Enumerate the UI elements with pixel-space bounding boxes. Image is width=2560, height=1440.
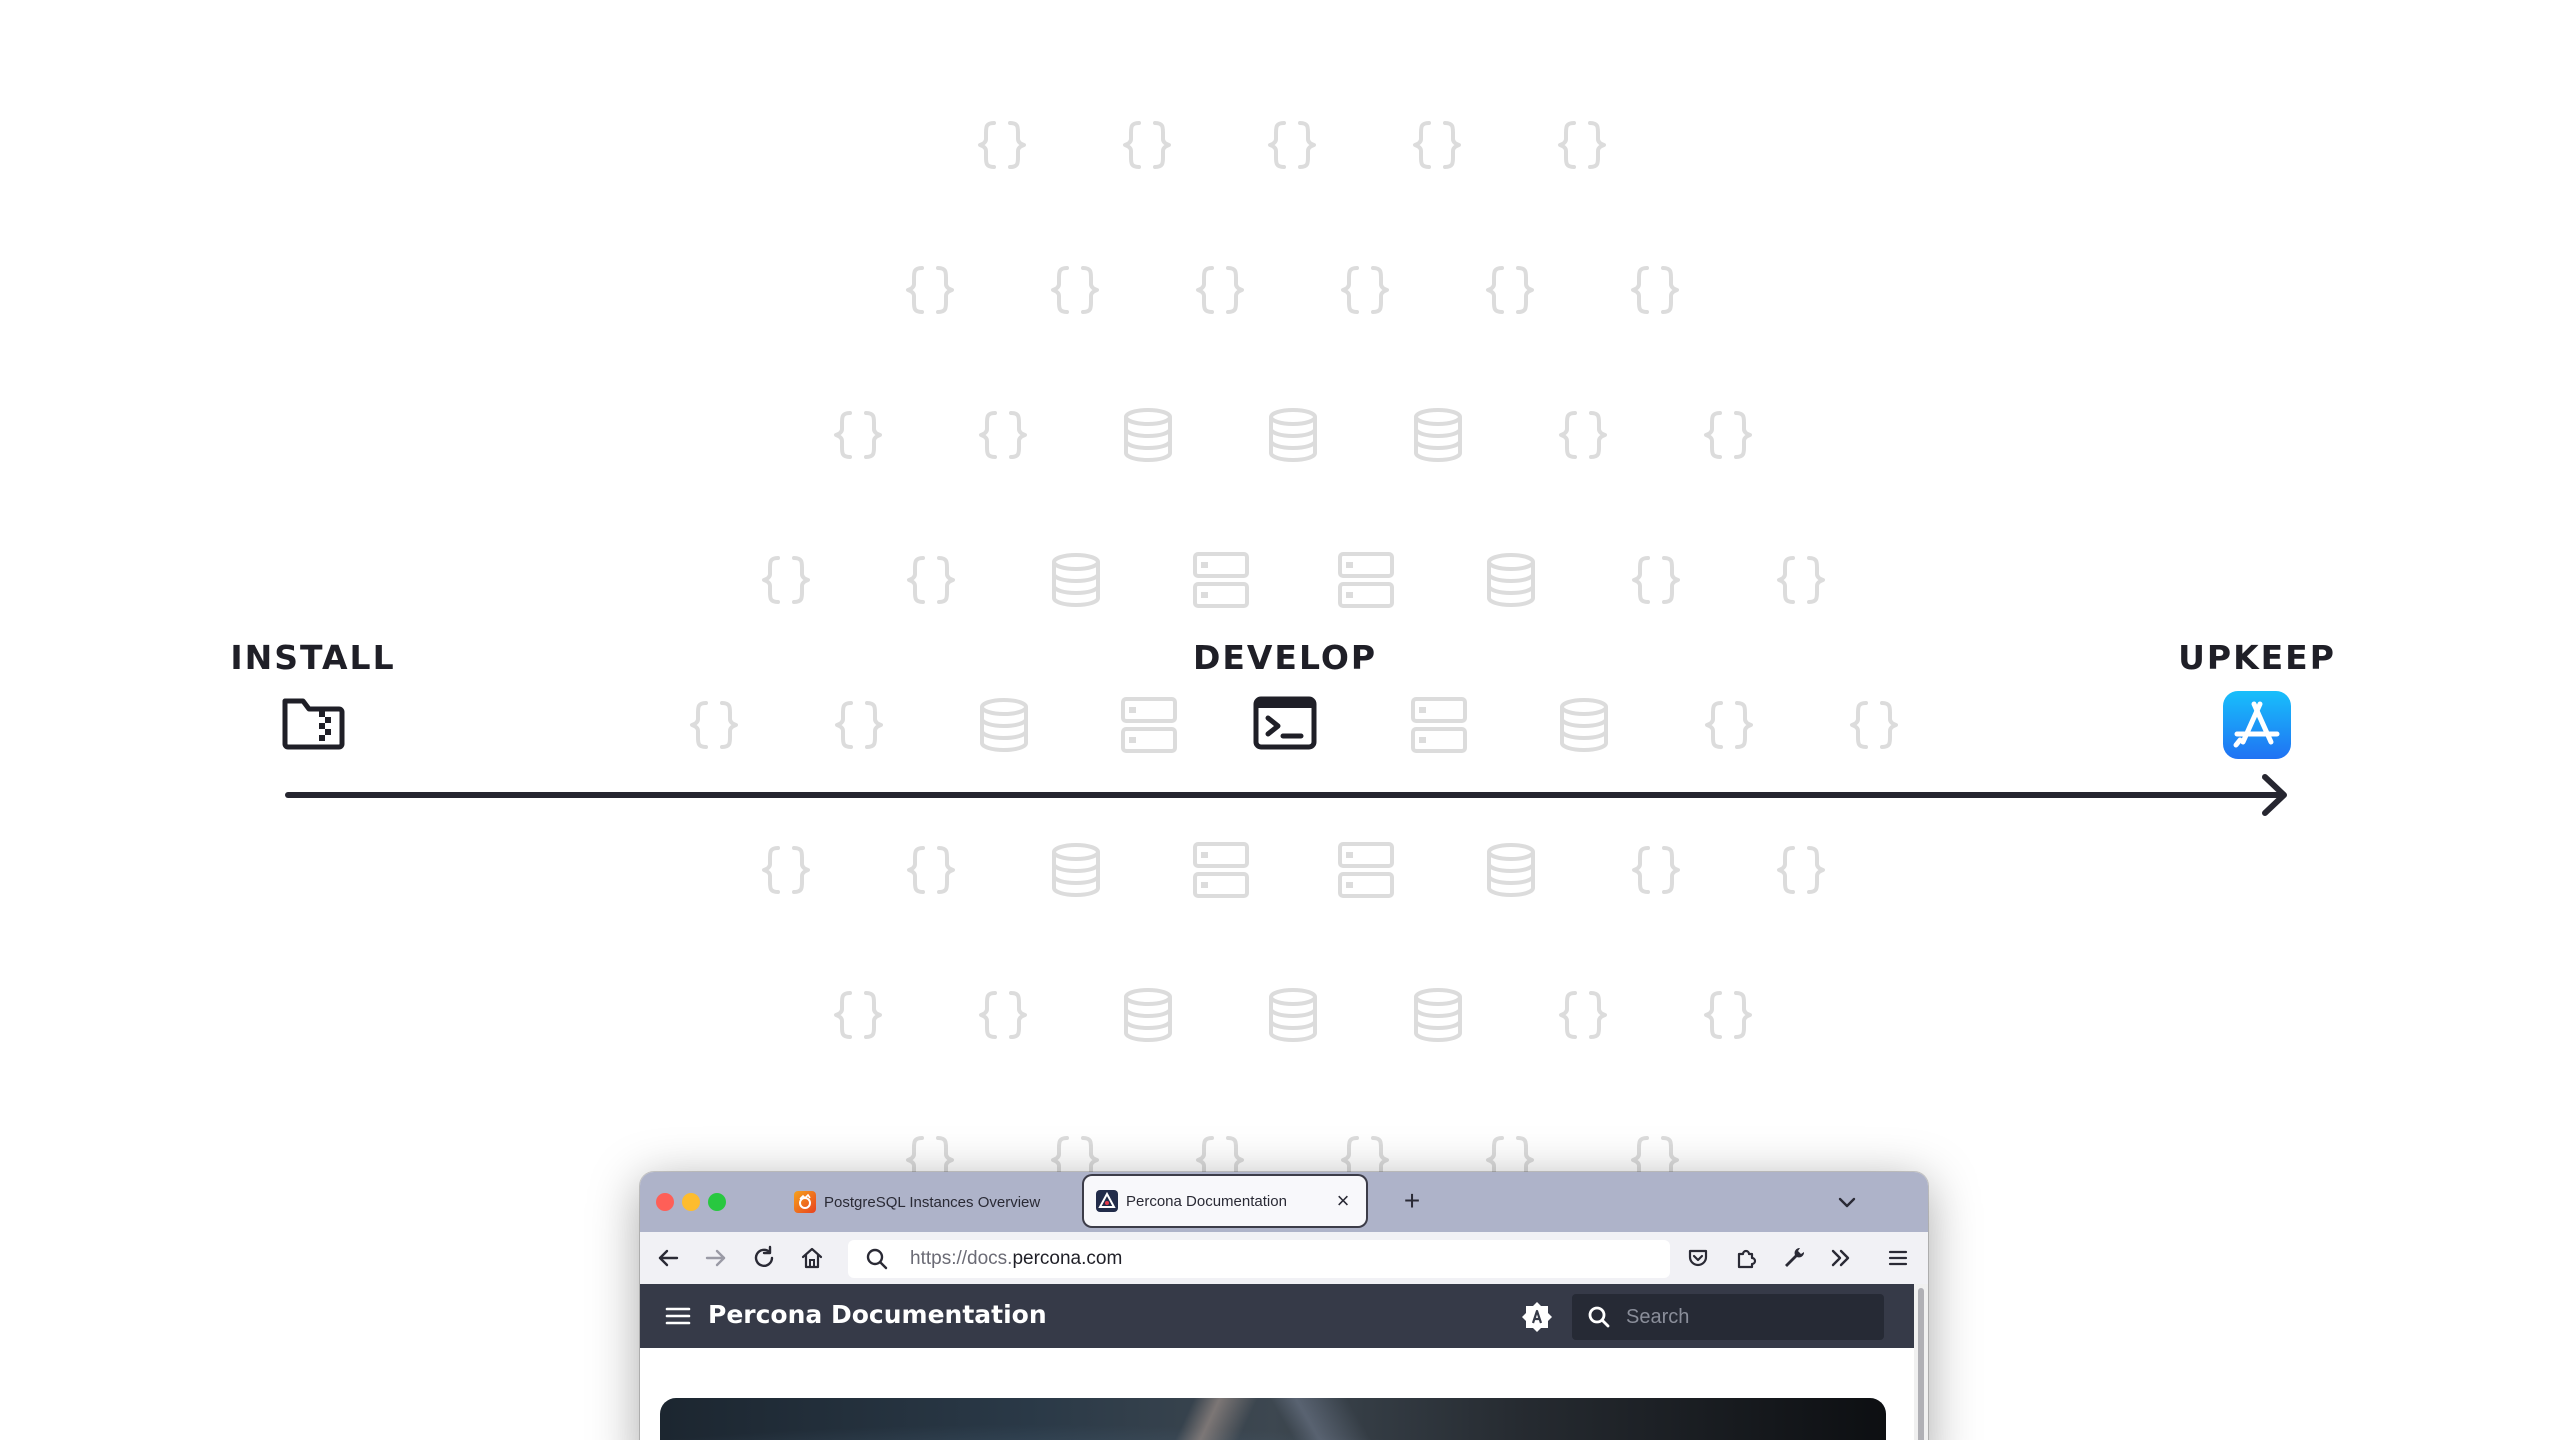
menu-icon[interactable]: [664, 1302, 692, 1330]
navigation-toolbar: https://docs.percona.com: [640, 1232, 1928, 1284]
hero-image: [660, 1398, 1886, 1440]
wrench-icon: [1785, 1247, 1805, 1267]
upkeep-label: UPKEEP: [2178, 638, 2336, 677]
site-header: Percona Documentation: [640, 1284, 1914, 1348]
home-icon: [801, 1247, 823, 1269]
app-store-icon: [2222, 690, 2292, 760]
hamburger-menu-icon: [1888, 1250, 1908, 1266]
reload-icon: [754, 1245, 774, 1267]
home-button[interactable]: [798, 1244, 826, 1272]
reload-button[interactable]: [750, 1244, 778, 1272]
slide: INSTALL DEVELOP UPKEEP PostgreSQL Instan…: [0, 0, 2560, 1440]
app-menu-button[interactable]: [1884, 1244, 1912, 1272]
close-window-button[interactable]: [656, 1193, 674, 1211]
tab-percona-documentation[interactable]: Percona Documentation ×: [1084, 1176, 1366, 1226]
terminal-icon: [1253, 696, 1317, 750]
pocket-button[interactable]: [1684, 1244, 1712, 1272]
grafana-icon: [794, 1191, 816, 1213]
pocket-icon: [1688, 1249, 1708, 1267]
new-tab-button[interactable]: +: [1396, 1186, 1428, 1216]
close-tab-icon[interactable]: ×: [1332, 1188, 1354, 1214]
address-bar[interactable]: https://docs.percona.com: [848, 1240, 1670, 1278]
page-content: [640, 1348, 1914, 1440]
minimize-window-button[interactable]: [682, 1193, 700, 1211]
search-icon: [1588, 1306, 1610, 1328]
arrow-right-icon: [285, 774, 2287, 816]
site-search[interactable]: [1572, 1294, 1884, 1340]
url-host: percona.com: [1012, 1248, 1123, 1269]
puzzle-piece-icon: [1737, 1249, 1757, 1269]
arrow-right-icon: [705, 1249, 726, 1267]
folder-zip-icon: [281, 695, 345, 751]
browser-window: PostgreSQL Instances Overview × Percona …: [640, 1172, 1928, 1440]
url-scheme: https://docs.: [910, 1248, 1013, 1269]
scrollbar-thumb[interactable]: [1918, 1288, 1924, 1440]
search-input[interactable]: [1626, 1305, 1866, 1329]
theme-toggle-icon[interactable]: [1520, 1300, 1554, 1334]
tab-bar: PostgreSQL Instances Overview × Percona …: [640, 1172, 1928, 1232]
install-label: INSTALL: [230, 638, 396, 677]
url-text: https://docs.percona.com: [910, 1248, 1122, 1270]
search-icon: [866, 1248, 888, 1270]
overflow-menu-button[interactable]: [1826, 1244, 1854, 1272]
tab-title: Percona Documentation: [1126, 1192, 1287, 1210]
zoom-window-button[interactable]: [708, 1193, 726, 1211]
develop-label: DEVELOP: [1192, 638, 1378, 677]
double-chevron-right-icon: [1831, 1249, 1850, 1267]
site-title[interactable]: Percona Documentation: [708, 1300, 1047, 1329]
extensions-button[interactable]: [1732, 1244, 1760, 1272]
percona-icon: [1096, 1190, 1118, 1212]
tools-button[interactable]: [1780, 1244, 1808, 1272]
forward-button[interactable]: [702, 1244, 730, 1272]
back-button[interactable]: [654, 1244, 682, 1272]
arrow-left-icon: [658, 1249, 679, 1267]
tab-list-chevron-icon[interactable]: [1832, 1188, 1862, 1218]
